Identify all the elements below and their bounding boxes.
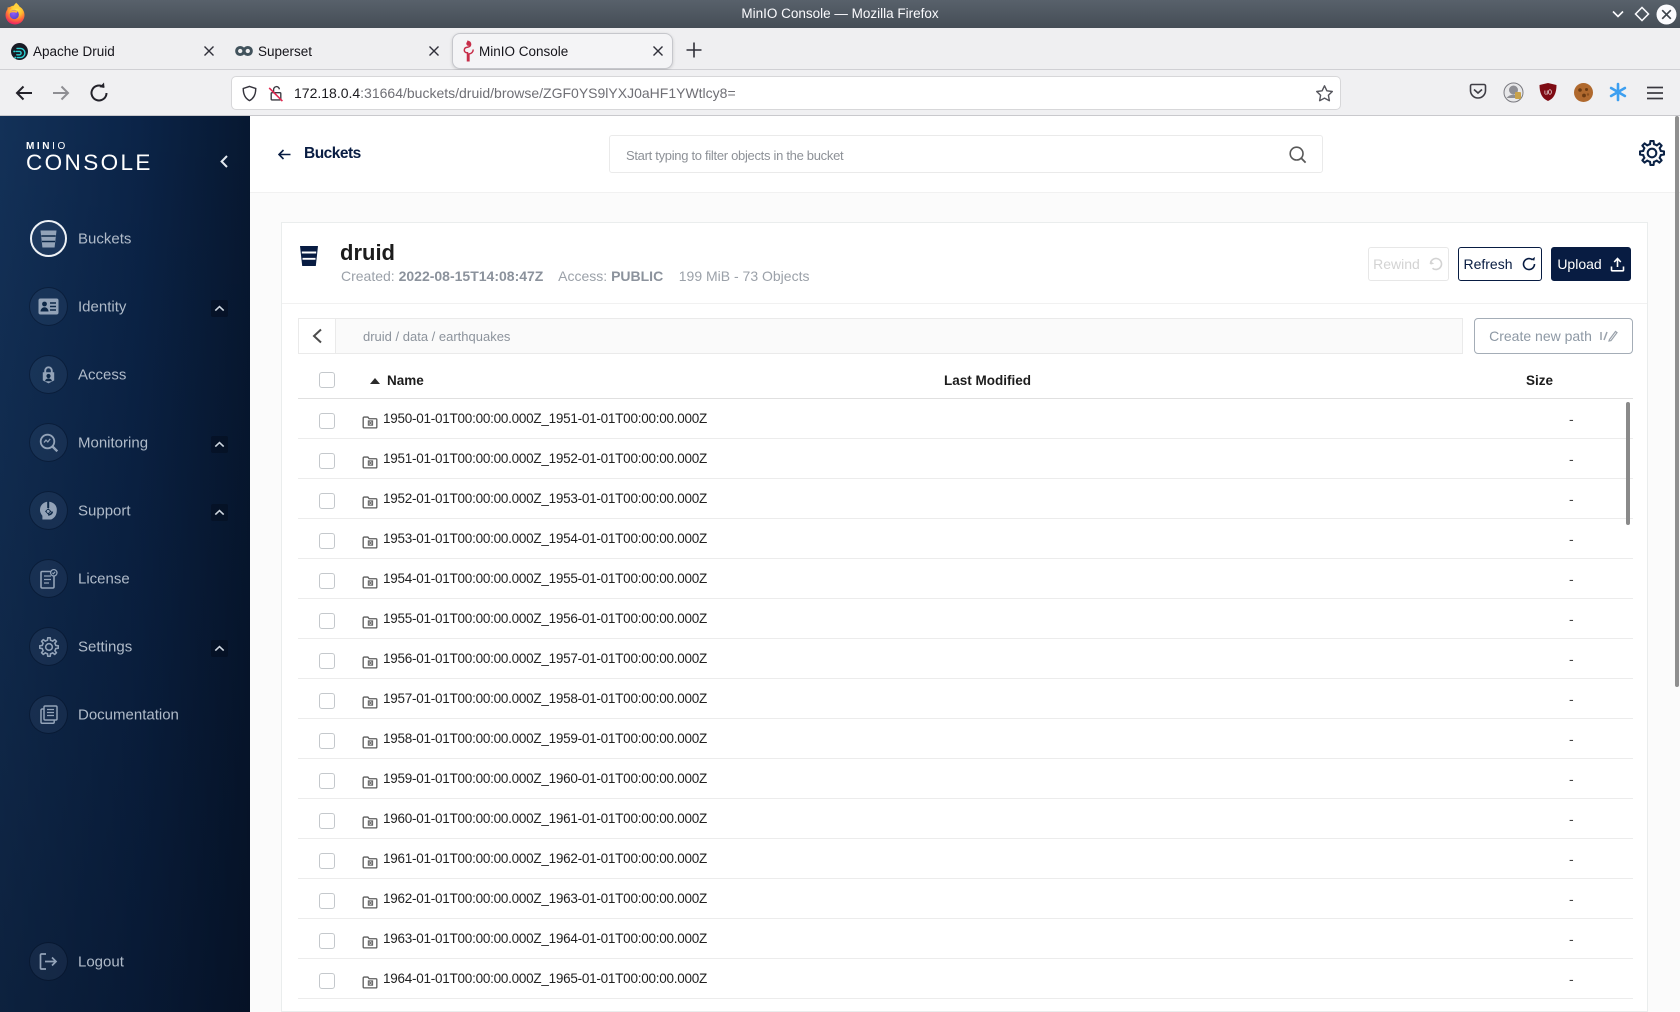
svg-text:u0: u0 [1544,90,1552,97]
